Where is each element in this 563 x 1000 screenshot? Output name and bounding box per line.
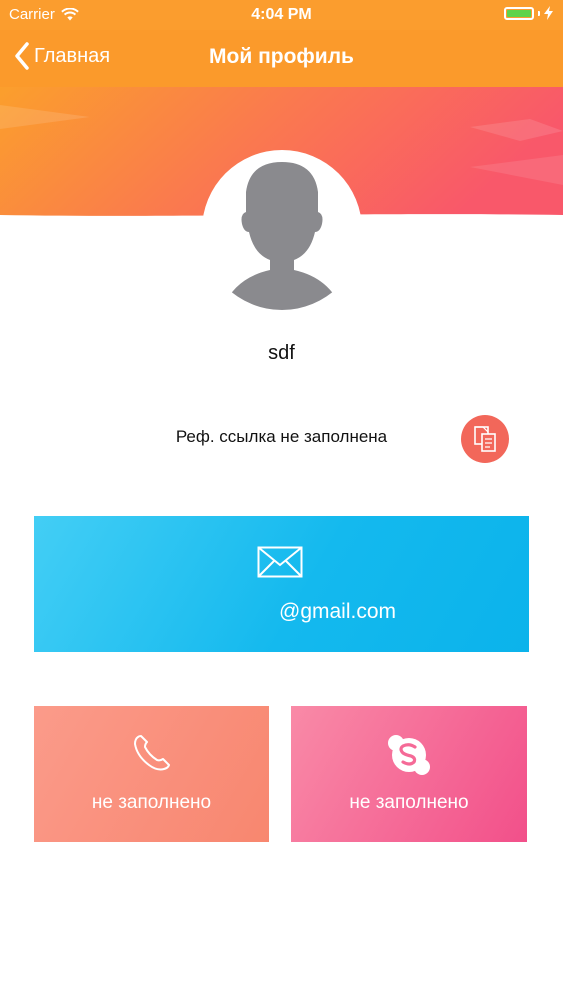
envelope-icon [257, 546, 303, 578]
person-silhouette-icon [222, 162, 342, 310]
phone-value: не заполнено [91, 792, 212, 813]
status-bar: Carrier 4:04 PM [0, 0, 563, 30]
email-value: @gmail.com [279, 600, 397, 623]
phone-card[interactable]: не заполнено [34, 706, 269, 842]
avatar[interactable] [202, 150, 362, 310]
username: sdf [268, 342, 295, 364]
page-title: Мой профиль [209, 45, 354, 68]
copy-icon [474, 426, 496, 452]
skype-card[interactable]: не заполнено [291, 706, 527, 842]
clock: 4:04 PM [251, 6, 312, 23]
copy-referral-button[interactable] [461, 415, 509, 463]
navigation-bar: Главная Мой профиль [0, 30, 563, 87]
phone-icon [133, 735, 170, 771]
skype-icon [388, 735, 430, 775]
bolt-icon [544, 6, 553, 20]
skype-value: не заполнено [349, 792, 469, 813]
battery-icon [504, 6, 534, 20]
battery-indicator [504, 6, 553, 20]
email-card[interactable]: @gmail.com [34, 516, 529, 652]
